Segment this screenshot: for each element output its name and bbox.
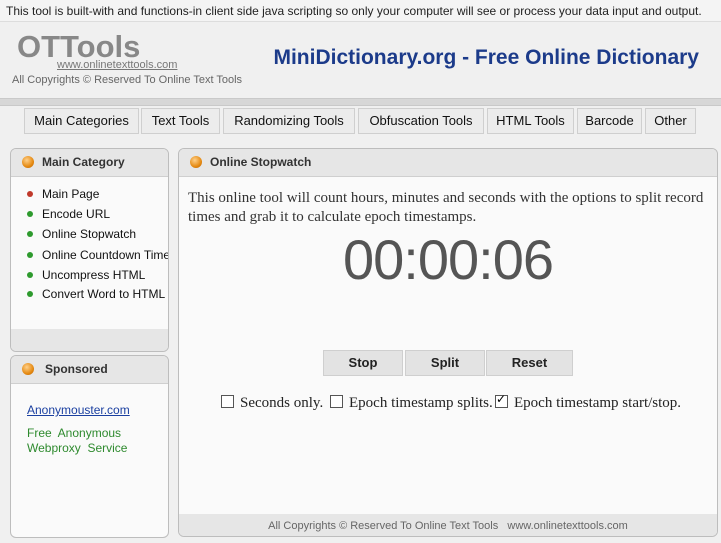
nav-html-tools[interactable]: HTML Tools bbox=[487, 108, 574, 134]
notice-bar: This tool is built-with and functions-in… bbox=[0, 0, 721, 22]
orange-dot-icon bbox=[22, 363, 34, 375]
sidebar-item-encode-url[interactable]: Encode URL bbox=[27, 207, 110, 221]
sponsored-header: Sponsored bbox=[11, 356, 168, 384]
split-button[interactable]: Split bbox=[405, 350, 485, 376]
logo-copyright: All Copyrights © Reserved To Online Text… bbox=[12, 74, 243, 86]
main-category-panel: Main Category Main Page Encode URL Onlin… bbox=[10, 148, 169, 352]
stopwatch-header: Online Stopwatch bbox=[179, 149, 717, 177]
green-bullet-icon bbox=[27, 252, 33, 258]
nav-other[interactable]: Other bbox=[645, 108, 696, 134]
sidebar-item-main-page[interactable]: Main Page bbox=[27, 187, 99, 201]
sidebar-item-convert-word[interactable]: Convert Word to HTML bbox=[27, 287, 165, 301]
green-bullet-icon bbox=[27, 231, 33, 237]
sidebar-item-online-countdown[interactable]: Online Countdown Time bbox=[27, 248, 169, 262]
orange-dot-icon bbox=[190, 156, 202, 168]
orange-dot-icon bbox=[22, 156, 34, 168]
option-label: Epoch timestamp splits. bbox=[349, 395, 493, 411]
main-category-header: Main Category bbox=[11, 149, 168, 177]
footer-copyright: All Copyrights © Reserved To Online Text… bbox=[268, 520, 628, 532]
seconds-only-checkbox[interactable] bbox=[221, 395, 234, 408]
tool-description: This online tool will count hours, minut… bbox=[188, 190, 704, 225]
main-category-footer bbox=[11, 329, 168, 351]
sidebar-item-label: Online Countdown Time bbox=[42, 248, 169, 262]
epoch-splits-checkbox[interactable] bbox=[330, 395, 343, 408]
sponsored-link[interactable]: Anonymouster.com bbox=[27, 403, 130, 417]
notice-text: This tool is built-with and functions-in… bbox=[6, 4, 702, 18]
main-category-title: Main Category bbox=[42, 155, 125, 169]
reset-button[interactable]: Reset bbox=[486, 350, 573, 376]
green-bullet-icon bbox=[27, 291, 33, 297]
option-epoch-splits[interactable]: Epoch timestamp splits. bbox=[330, 395, 493, 412]
sidebar-item-label: Main Page bbox=[42, 187, 100, 201]
option-label: Seconds only. bbox=[240, 395, 324, 411]
logo-url-link[interactable]: www.onlinetexttools.com bbox=[57, 59, 177, 71]
sidebar-item-online-stopwatch[interactable]: Online Stopwatch bbox=[27, 227, 136, 241]
stopwatch-panel: Online Stopwatch This online tool will c… bbox=[178, 148, 718, 537]
stopwatch-display: 00:00:06 bbox=[343, 228, 554, 291]
sponsored-text-line2: Webproxy Service bbox=[27, 441, 128, 455]
sponsored-title: Sponsored bbox=[45, 362, 108, 376]
option-seconds-only[interactable]: Seconds only. bbox=[221, 395, 323, 412]
nav-barcode[interactable]: Barcode bbox=[577, 108, 642, 134]
nav-main-categories[interactable]: Main Categories bbox=[24, 108, 139, 134]
sidebar-item-uncompress-html[interactable]: Uncompress HTML bbox=[27, 268, 145, 282]
nav-text-tools[interactable]: Text Tools bbox=[141, 108, 220, 134]
sponsored-text-line1: Free Anonymous bbox=[27, 426, 122, 440]
sidebar-item-label: Encode URL bbox=[42, 207, 111, 221]
red-bullet-icon bbox=[27, 191, 33, 197]
epoch-start-stop-checkbox[interactable] bbox=[495, 392, 508, 408]
option-label: Epoch timestamp start/stop. bbox=[514, 395, 682, 411]
nav-obfuscation-tools[interactable]: Obfuscation Tools bbox=[358, 108, 484, 134]
stop-button[interactable]: Stop bbox=[323, 350, 403, 376]
sidebar-item-label: Uncompress HTML bbox=[42, 268, 146, 282]
main-nav: Main Categories Text Tools Randomizing T… bbox=[0, 108, 721, 134]
sidebar-item-label: Online Stopwatch bbox=[42, 227, 137, 241]
sponsored-panel: Sponsored Anonymouster.com Free Anonymou… bbox=[10, 355, 169, 538]
stopwatch-title: Online Stopwatch bbox=[210, 155, 312, 169]
green-bullet-icon bbox=[27, 211, 33, 217]
sidebar-item-label: Convert Word to HTML bbox=[42, 287, 166, 301]
nav-randomizing-tools[interactable]: Randomizing Tools bbox=[223, 108, 355, 134]
green-bullet-icon bbox=[27, 272, 33, 278]
stopwatch-footer: All Copyrights © Reserved To Online Text… bbox=[179, 514, 717, 536]
site-title: MiniDictionary.org - Free Online Diction… bbox=[273, 46, 699, 69]
nav-divider bbox=[0, 98, 721, 106]
option-epoch-start-stop[interactable]: Epoch timestamp start/stop. bbox=[495, 392, 682, 412]
